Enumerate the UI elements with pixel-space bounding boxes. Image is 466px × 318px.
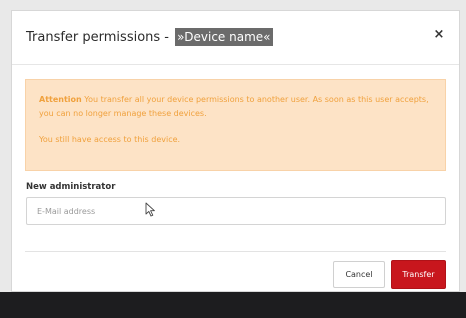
dialog-header: Transfer permissions - »Device name« × xyxy=(12,11,459,65)
page-backdrop xyxy=(0,292,466,318)
transfer-permissions-dialog: Transfer permissions - »Device name« × A… xyxy=(11,10,460,292)
alert-strong: Attention xyxy=(39,95,82,104)
mouse-pointer-icon xyxy=(145,202,155,217)
alert-text: You transfer all your device permissions… xyxy=(39,95,429,118)
close-icon[interactable]: × xyxy=(431,27,447,43)
dialog-title: Transfer permissions - »Device name« xyxy=(26,28,273,46)
email-field[interactable] xyxy=(26,197,446,225)
dialog-title-prefix: Transfer permissions - xyxy=(26,30,174,45)
alert-message: Attention You transfer all your device p… xyxy=(39,93,432,121)
new-administrator-label: New administrator xyxy=(26,182,116,192)
transfer-button[interactable]: Transfer xyxy=(391,260,446,289)
cancel-button[interactable]: Cancel xyxy=(333,261,385,288)
dialog-title-device-name: »Device name« xyxy=(175,28,273,46)
footer-divider xyxy=(25,251,446,252)
attention-alert: Attention You transfer all your device p… xyxy=(25,79,446,171)
alert-note: You still have access to this device. xyxy=(39,135,181,144)
